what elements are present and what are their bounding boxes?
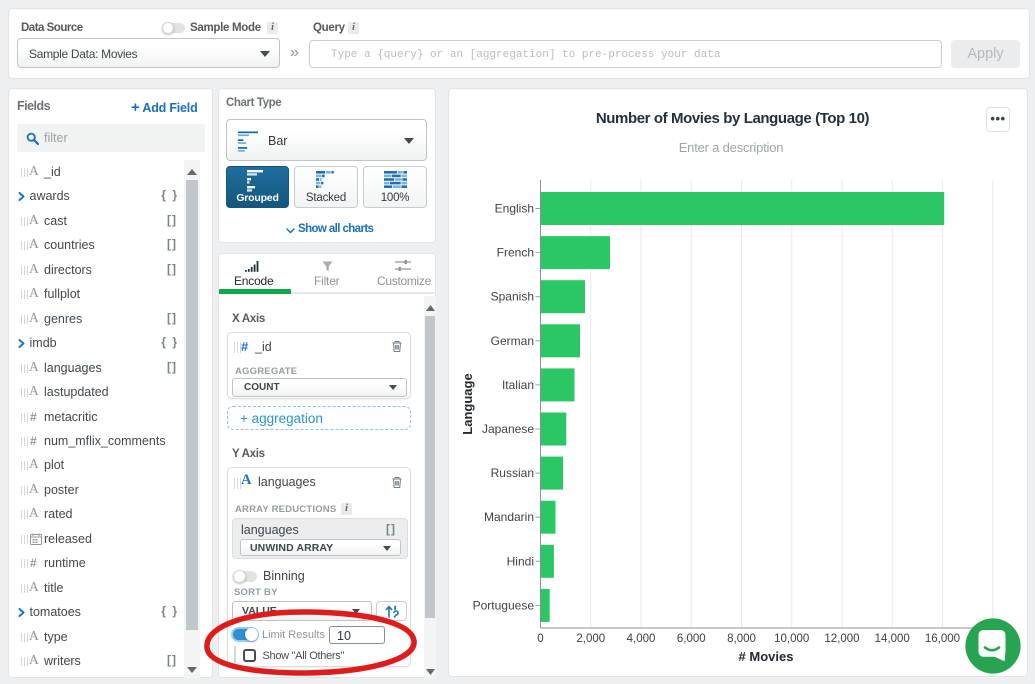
svg-text:Language: Language xyxy=(460,373,475,434)
svg-text:12,000: 12,000 xyxy=(824,633,859,645)
svg-text:English: English xyxy=(495,202,534,216)
svg-text:German: German xyxy=(491,334,534,348)
svg-text:Italian: Italian xyxy=(502,378,534,392)
svg-text:Portuguese: Portuguese xyxy=(473,598,535,612)
svg-text:French: French xyxy=(497,246,534,260)
svg-text:Hindi: Hindi xyxy=(507,554,534,568)
svg-text:0: 0 xyxy=(537,633,543,645)
svg-text:6,000: 6,000 xyxy=(677,633,706,645)
svg-text:14,000: 14,000 xyxy=(875,633,910,645)
svg-text:4,000: 4,000 xyxy=(627,633,656,645)
svg-text:16,000: 16,000 xyxy=(925,633,960,645)
svg-text:Japanese: Japanese xyxy=(482,422,534,436)
svg-text:10,000: 10,000 xyxy=(774,633,809,645)
svg-text:# Movies: # Movies xyxy=(739,649,794,664)
svg-text:8,000: 8,000 xyxy=(727,633,756,645)
svg-text:Spanish: Spanish xyxy=(491,290,534,304)
svg-text:Mandarin: Mandarin xyxy=(484,510,534,524)
svg-text:2,000: 2,000 xyxy=(576,633,605,645)
svg-text:Russian: Russian xyxy=(491,466,534,480)
